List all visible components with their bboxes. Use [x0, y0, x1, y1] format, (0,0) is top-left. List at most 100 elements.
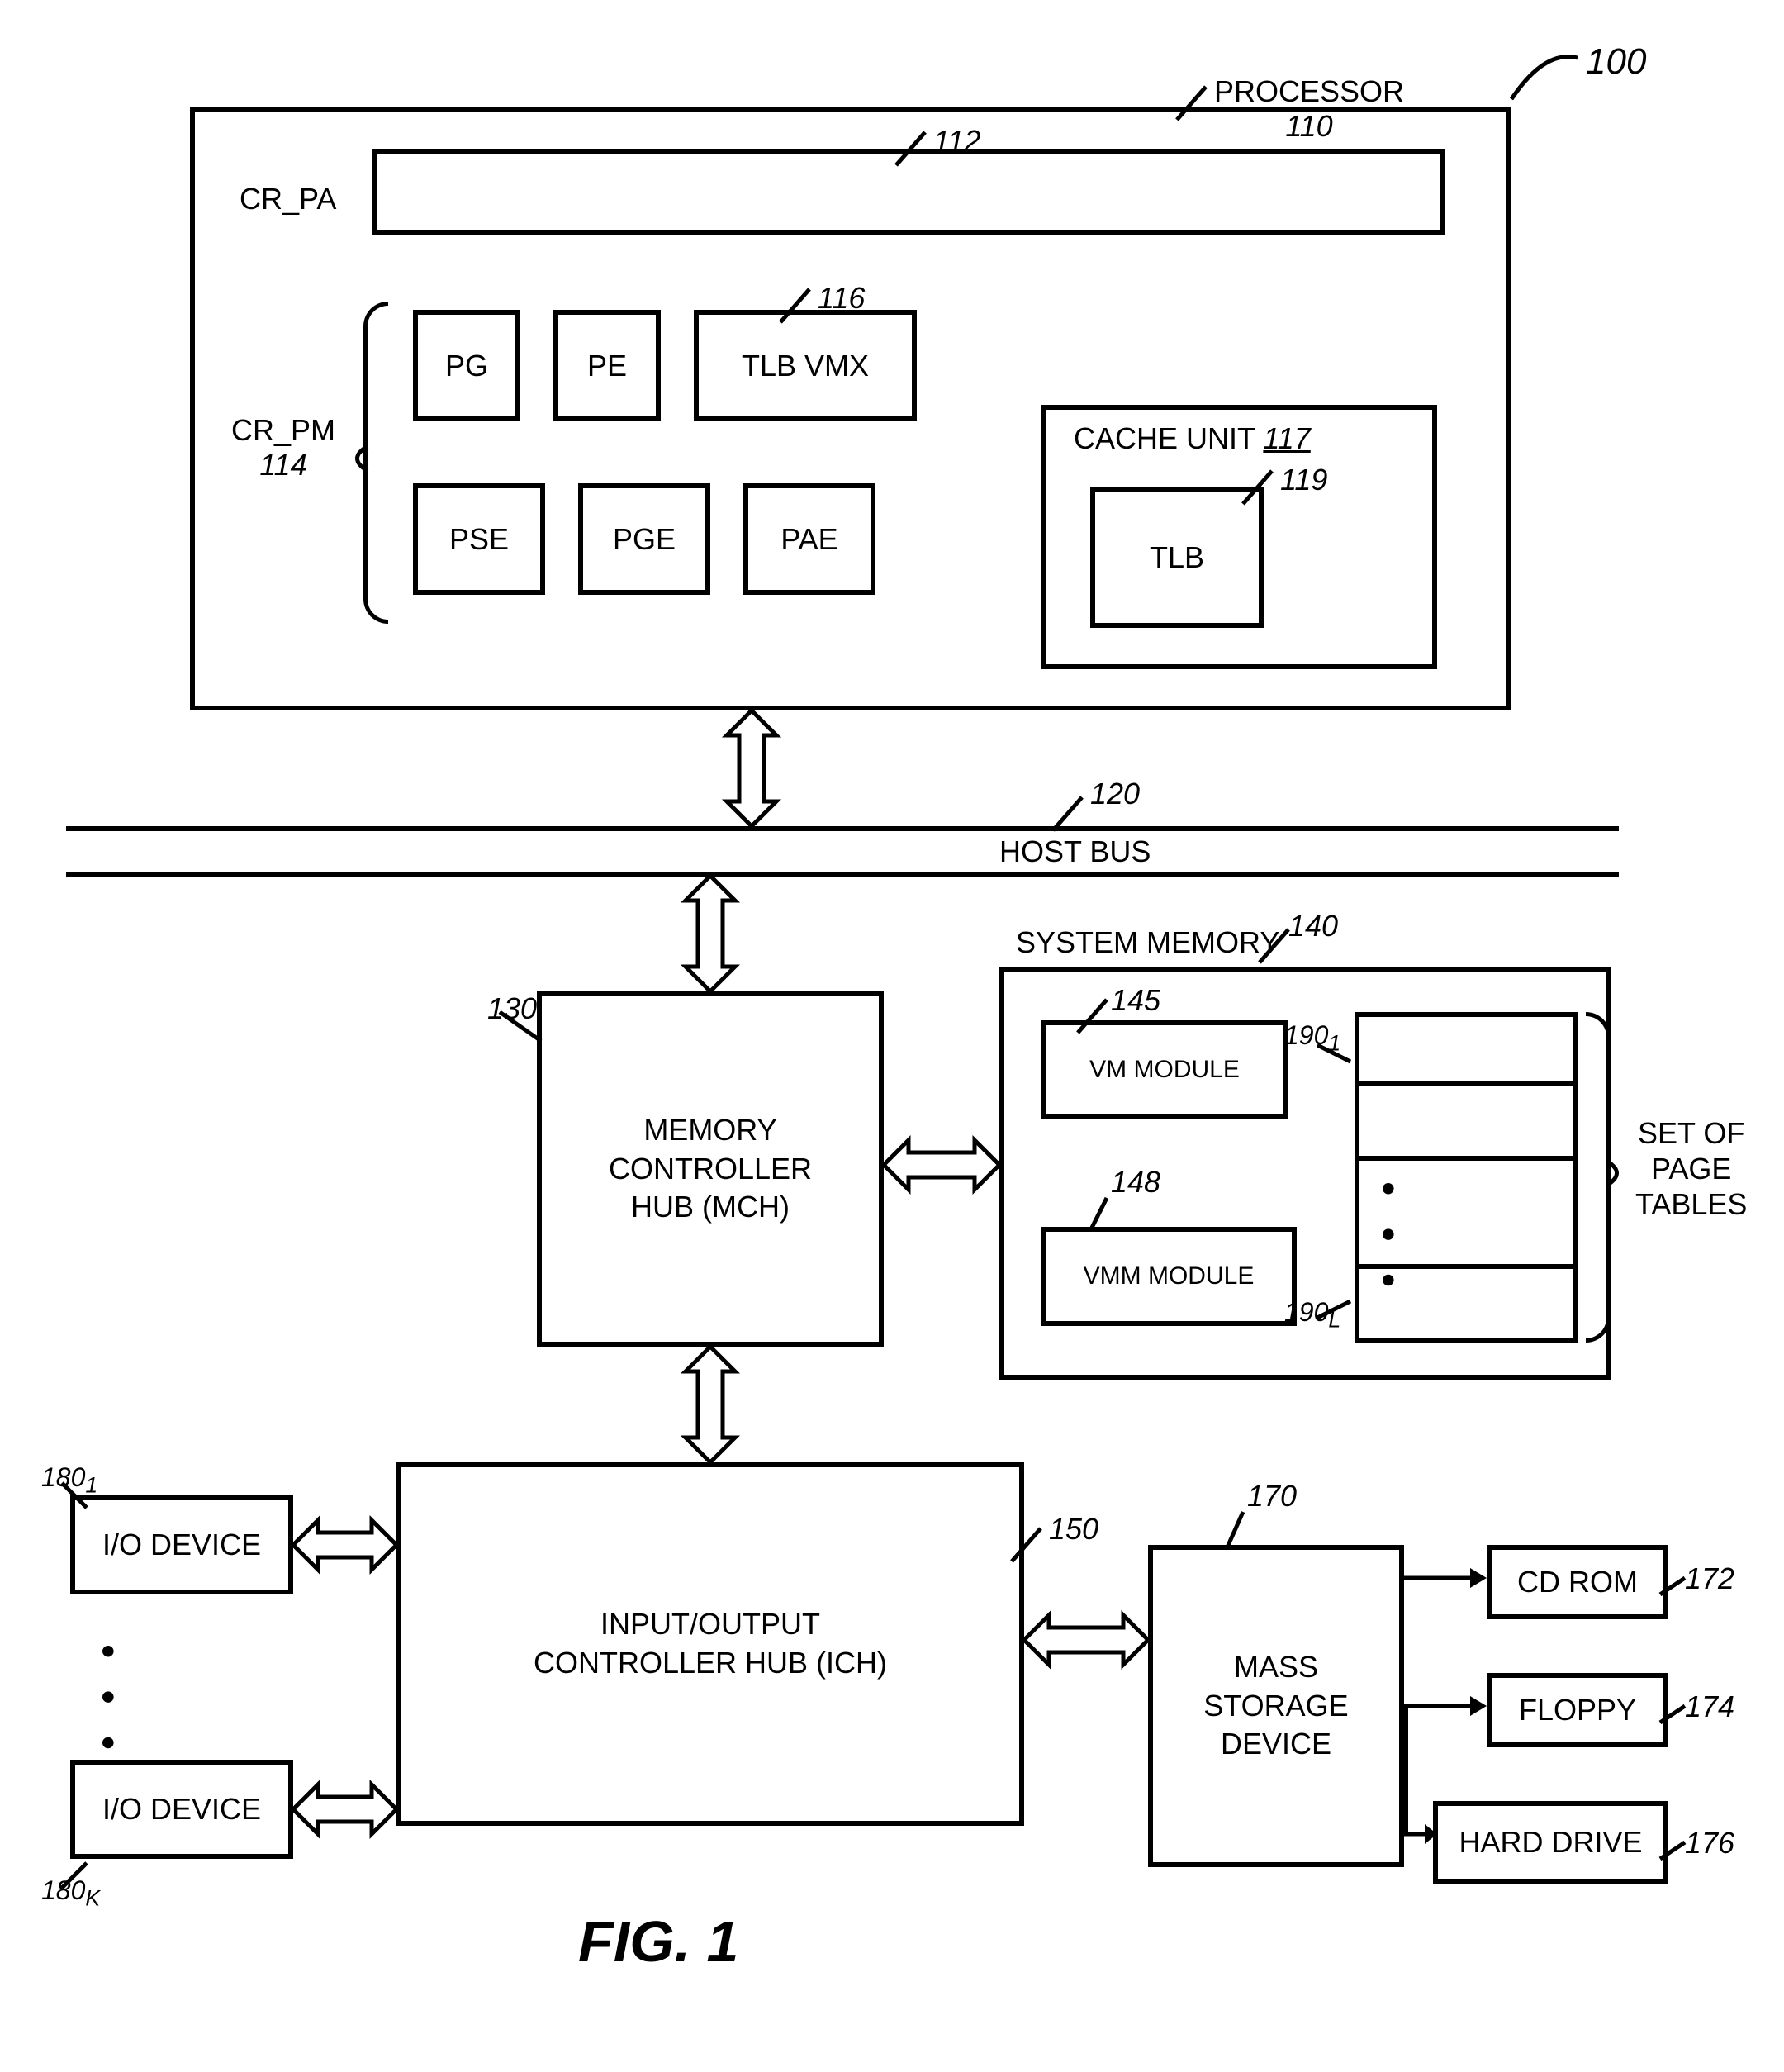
pg-box: PG: [413, 310, 520, 421]
io-device-1-box: I/O DEVICE: [70, 1495, 293, 1594]
arrow-io1-ich: [293, 1512, 396, 1578]
pt-refL-tick: [1313, 1297, 1355, 1322]
pge-box: PGE: [578, 483, 710, 595]
hard-drive-ref: 176: [1685, 1826, 1734, 1861]
pae-label: PAE: [780, 522, 837, 557]
pt-l1: SET OF: [1635, 1115, 1747, 1151]
page-tables-row2: [1355, 1086, 1578, 1161]
tlb-label: TLB: [1150, 540, 1204, 575]
iok-tick: [58, 1859, 91, 1892]
arrow-mch-mem: [884, 1132, 999, 1198]
tlb-tick: [1239, 467, 1280, 508]
mass-storage-box: MASS STORAGE DEVICE: [1148, 1545, 1404, 1867]
floppy-box: FLOPPY: [1487, 1673, 1668, 1747]
cache-unit-label: CACHE UNIT 117: [1074, 421, 1311, 456]
pae-box: PAE: [743, 483, 875, 595]
vmm-module-tick: [1086, 1194, 1119, 1235]
cache-unit-text: CACHE UNIT: [1074, 421, 1255, 455]
cd-rom-box: CD ROM: [1487, 1545, 1668, 1619]
system-memory-label: SYSTEM MEMORY: [1016, 925, 1279, 960]
mch-tick: [496, 1008, 545, 1049]
host-bus-top: [66, 826, 1619, 831]
arrow-iok-ich: [293, 1776, 396, 1842]
cr-pm-text: CR_PM: [231, 413, 335, 447]
pe-box: PE: [553, 310, 661, 421]
tlb-ref: 119: [1280, 463, 1327, 497]
io-device-1-label: I/O DEVICE: [102, 1528, 261, 1562]
arrow-mch-ich: [677, 1347, 743, 1462]
mass-storage-tick: [1222, 1508, 1255, 1553]
system-ref-curve: [1503, 41, 1586, 116]
ich-tick: [1008, 1524, 1049, 1566]
ich-ref: 150: [1049, 1512, 1098, 1547]
brace-tip: [347, 446, 372, 471]
vm-module-tick: [1074, 996, 1115, 1037]
host-bus-bottom: [66, 872, 1619, 877]
page-tables-rowN: [1355, 1264, 1578, 1343]
floppy-tick: [1656, 1702, 1689, 1727]
cd-rom-ref: 172: [1685, 1561, 1734, 1596]
cd-rom-tick: [1656, 1574, 1689, 1599]
mch-l1: MEMORY: [609, 1111, 812, 1150]
ms-l2: STORAGE: [1203, 1687, 1348, 1726]
floppy-ref: 174: [1685, 1689, 1734, 1724]
io-device-k-label: I/O DEVICE: [102, 1792, 261, 1827]
host-bus-ref: 120: [1090, 777, 1140, 811]
ms-l1: MASS: [1203, 1648, 1348, 1687]
cr-pm-label: CR_PM 114: [231, 413, 335, 482]
pg-label: PG: [445, 349, 488, 383]
vmm-module-label: VMM MODULE: [1084, 1262, 1255, 1290]
mch-box: MEMORY CONTROLLER HUB (MCH): [537, 991, 884, 1347]
vm-module-label: VM MODULE: [1089, 1056, 1240, 1084]
arrow-ms-cdrom: [1404, 1561, 1487, 1594]
vmm-module-box: VMM MODULE: [1041, 1227, 1297, 1326]
pe-label: PE: [587, 349, 627, 383]
mch-l3: HUB (MCH): [609, 1188, 812, 1227]
processor-label: PROCESSOR 110: [1214, 74, 1404, 144]
processor-label-text: PROCESSOR: [1214, 74, 1404, 108]
io-dots: • • •: [84, 1644, 132, 1760]
arrow-ms-hd: [1404, 1818, 1437, 1851]
arrow-bus-mch: [677, 876, 743, 991]
io1-tick: [58, 1479, 91, 1512]
processor-tick: [1173, 83, 1214, 124]
cr-pa-label: CR_PA: [240, 182, 336, 216]
hard-drive-tick: [1656, 1838, 1689, 1863]
mch-l2: CONTROLLER: [609, 1150, 812, 1189]
cache-unit-ref: 117: [1263, 421, 1310, 455]
tlb-vmx-box: TLB VMX: [694, 310, 917, 421]
ms-hd-vline: [1404, 1721, 1408, 1834]
processor-ref: 110: [1285, 109, 1332, 143]
vm-module-ref: 145: [1111, 983, 1160, 1018]
cd-rom-label: CD ROM: [1517, 1565, 1638, 1599]
arrow-ich-mass: [1024, 1607, 1148, 1673]
pse-box: PSE: [413, 483, 545, 595]
ich-l1: INPUT/OUTPUT: [534, 1605, 887, 1644]
system-memory-tick: [1255, 925, 1297, 967]
hard-drive-box: HARD DRIVE: [1433, 1801, 1668, 1884]
floppy-label: FLOPPY: [1519, 1693, 1636, 1727]
tlb-vmx-label: TLB VMX: [742, 349, 869, 383]
cr-pa-ref: 112: [933, 124, 980, 159]
pge-label: PGE: [613, 522, 676, 557]
ich-box: INPUT/OUTPUT CONTROLLER HUB (ICH): [396, 1462, 1024, 1826]
pt-l3: TABLES: [1635, 1186, 1747, 1222]
pt-l2: PAGE: [1635, 1151, 1747, 1186]
cr-pa-tick: [892, 128, 933, 169]
arrow-proc-bus: [719, 710, 785, 826]
tlb-vmx-ref: 116: [818, 281, 865, 316]
ms-tap-hidden: [1404, 1576, 1408, 1580]
ms-l3: DEVICE: [1203, 1725, 1348, 1764]
figure-title: FIG. 1: [578, 1908, 738, 1975]
host-bus-tick: [1049, 793, 1090, 834]
pse-label: PSE: [449, 522, 509, 557]
io-device-k-box: I/O DEVICE: [70, 1760, 293, 1859]
cr-pm-ref: 114: [259, 448, 306, 482]
system-ref: 100: [1586, 41, 1646, 83]
hard-drive-label: HARD DRIVE: [1459, 1825, 1642, 1860]
tlb-box: TLB: [1090, 487, 1264, 628]
page-tables-row1: [1355, 1012, 1578, 1086]
arrow-ms-floppy: [1404, 1689, 1487, 1723]
page-tables-label: SET OF PAGE TABLES: [1635, 1115, 1747, 1223]
pt-brace-tip: [1606, 1161, 1631, 1186]
